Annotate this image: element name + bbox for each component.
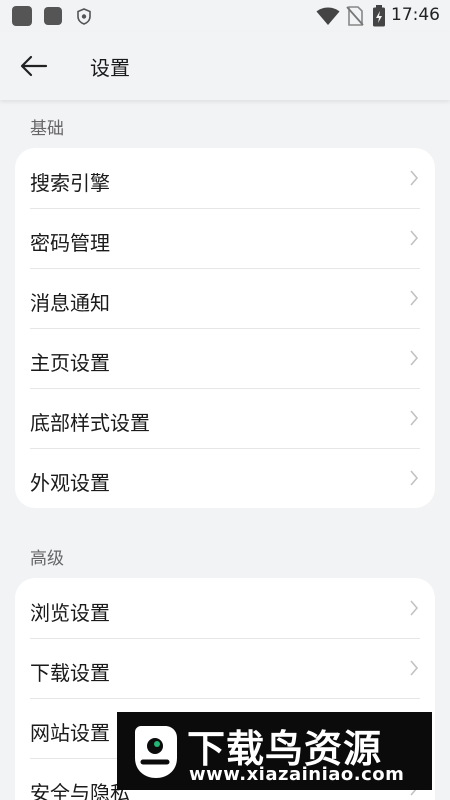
settings-item-label: 外观设置 xyxy=(30,471,110,495)
battery-icon xyxy=(373,5,385,27)
chevron-right-icon xyxy=(410,410,419,426)
chevron-right-icon xyxy=(410,660,419,676)
settings-item-bottom-style[interactable]: 底部样式设置 xyxy=(15,388,435,448)
chevron-right-icon xyxy=(410,470,419,486)
sim-icon xyxy=(44,7,62,25)
settings-item-password-manager[interactable]: 密码管理 xyxy=(15,208,435,268)
settings-item-notifications[interactable]: 消息通知 xyxy=(15,268,435,328)
settings-item-label: 安全与隐私 xyxy=(30,781,130,800)
status-bar: 17:46 xyxy=(0,0,450,32)
settings-item-label: 下载设置 xyxy=(30,661,110,685)
settings-item-appearance[interactable]: 外观设置 xyxy=(15,448,435,508)
bird-logo-icon xyxy=(135,726,177,778)
settings-item-label: 网站设置 xyxy=(30,721,110,745)
section-title-basic: 基础 xyxy=(30,119,64,139)
chevron-right-icon xyxy=(410,350,419,366)
watermark-url: www.xiazainiao.com xyxy=(189,764,405,785)
settings-item-label: 搜索引擎 xyxy=(30,171,110,195)
settings-item-homepage[interactable]: 主页设置 xyxy=(15,328,435,388)
settings-item-download[interactable]: 下载设置 xyxy=(15,638,435,698)
settings-item-browsing[interactable]: 浏览设置 xyxy=(15,578,435,638)
wifi-icon xyxy=(316,7,340,25)
status-time: 17:46 xyxy=(391,5,440,25)
chevron-right-icon xyxy=(410,290,419,306)
watermark-banner: 下载鸟资源 www.xiazainiao.com xyxy=(117,712,432,790)
settings-item-label: 密码管理 xyxy=(30,231,110,255)
settings-card-basic: 搜索引擎 密码管理 消息通知 主页设置 底部样式设置 外观设置 xyxy=(15,148,435,508)
page-title: 设置 xyxy=(90,56,130,80)
app-icon xyxy=(12,6,32,26)
chevron-right-icon xyxy=(410,170,419,186)
arrow-left-icon[interactable] xyxy=(18,50,50,82)
settings-item-search-engine[interactable]: 搜索引擎 xyxy=(15,148,435,208)
no-sim-icon xyxy=(346,6,364,26)
settings-item-label: 主页设置 xyxy=(30,351,110,375)
chevron-right-icon xyxy=(410,600,419,616)
settings-item-label: 底部样式设置 xyxy=(30,411,150,435)
settings-item-label: 浏览设置 xyxy=(30,601,110,625)
section-title-advanced: 高级 xyxy=(30,549,64,569)
app-bar: 设置 xyxy=(0,32,450,100)
settings-item-label: 消息通知 xyxy=(30,291,110,315)
chevron-right-icon xyxy=(410,230,419,246)
shield-icon xyxy=(77,8,91,25)
